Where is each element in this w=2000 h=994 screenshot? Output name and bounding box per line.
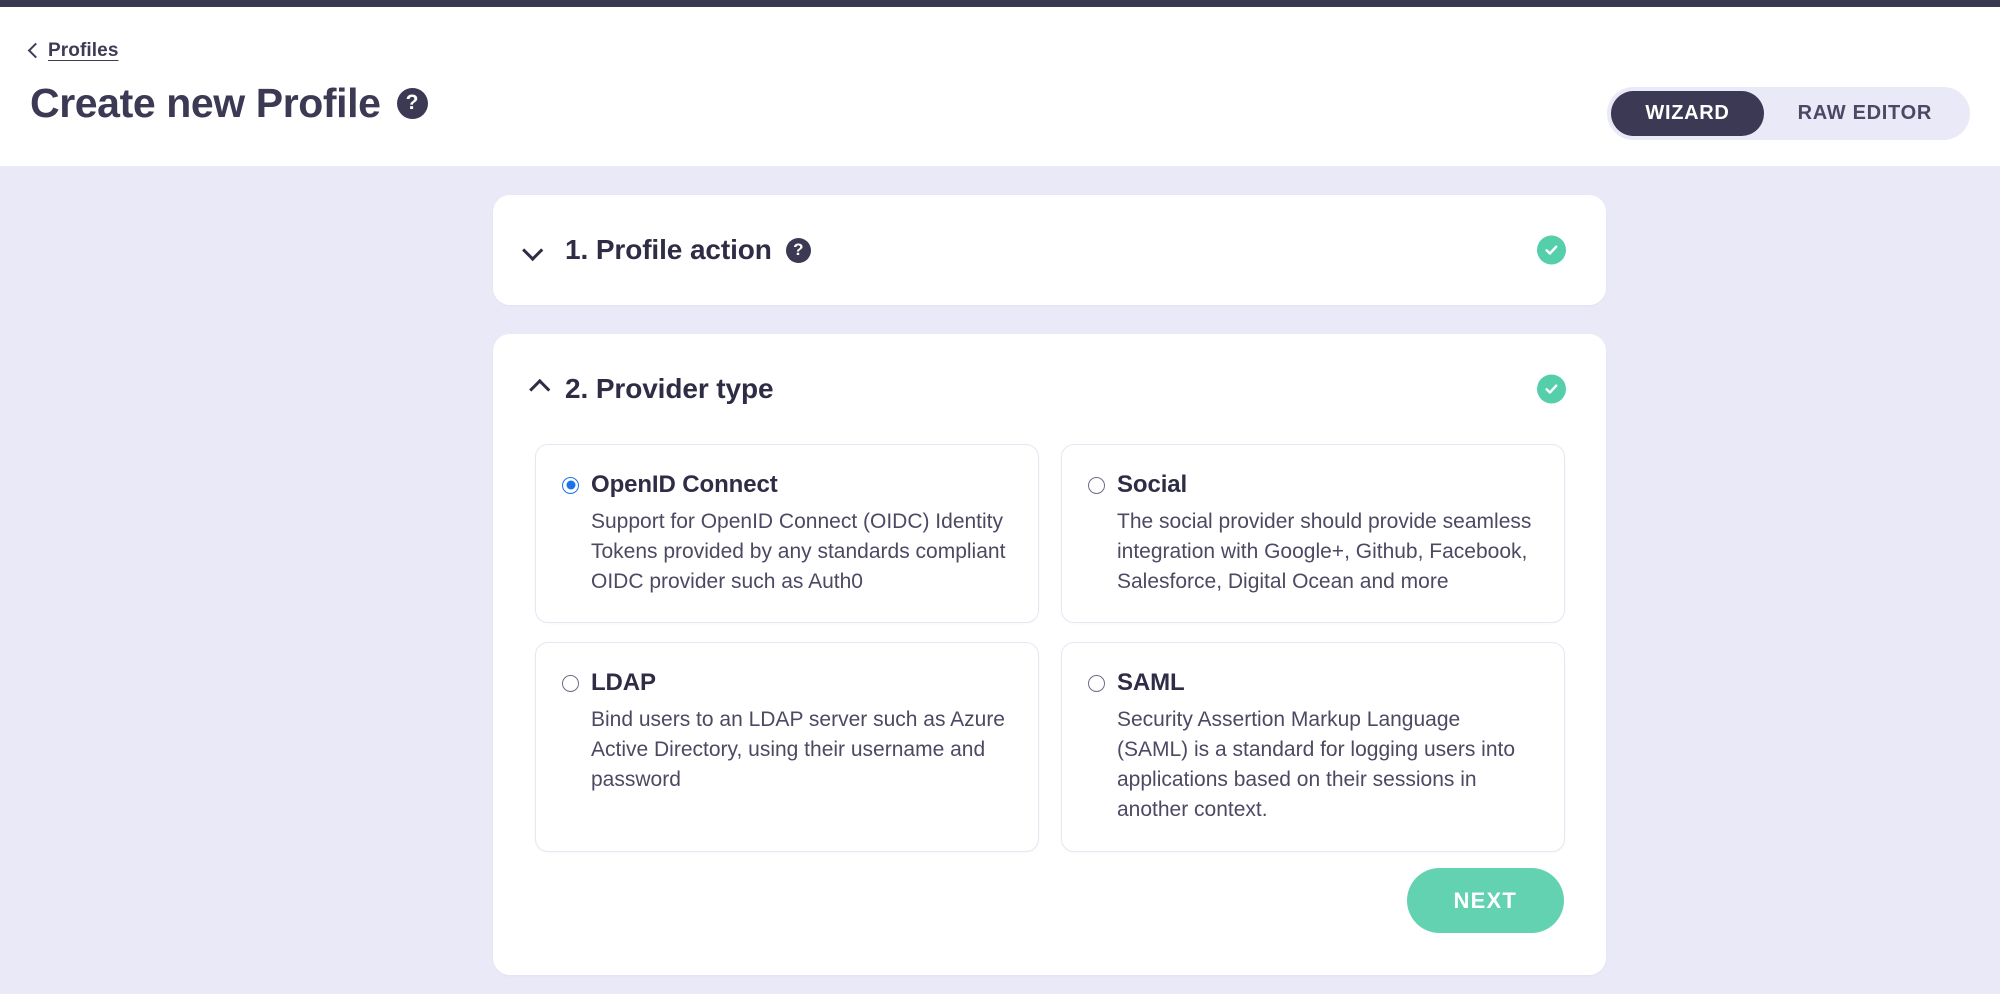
provider-option-description: The social provider should provide seaml…	[1117, 507, 1536, 596]
mode-toggle: WIZARD RAW EDITOR	[1607, 87, 1970, 140]
radio-openid-connect[interactable]	[562, 477, 579, 494]
top-accent-strip	[0, 0, 2000, 7]
chevron-up-icon[interactable]	[529, 378, 550, 399]
section-profile-action-title: 1. Profile action	[565, 234, 772, 266]
section-provider-type-header[interactable]: 2. Provider type	[493, 334, 1606, 444]
radio-ldap[interactable]	[562, 675, 579, 692]
section-provider-type: 2. Provider type OpenID Connect Support …	[493, 334, 1606, 975]
help-icon[interactable]: ?	[397, 88, 428, 119]
page-title: Create new Profile	[30, 83, 381, 124]
app-root: Profiles Create new Profile ? WIZARD RAW…	[0, 0, 2000, 994]
page-header: Profiles Create new Profile ? WIZARD RAW…	[0, 7, 2000, 166]
provider-option-description: Security Assertion Markup Language (SAML…	[1117, 705, 1536, 824]
mode-toggle-wizard[interactable]: WIZARD	[1611, 91, 1763, 136]
page-title-row: Create new Profile ?	[30, 83, 428, 124]
provider-option-saml[interactable]: SAML Security Assertion Markup Language …	[1061, 642, 1565, 851]
next-button[interactable]: NEXT	[1407, 868, 1564, 933]
provider-option-label: Social	[1117, 471, 1187, 499]
radio-social[interactable]	[1088, 477, 1105, 494]
check-circle-icon	[1537, 375, 1566, 404]
chevron-left-icon	[28, 43, 44, 59]
breadcrumb-label: Profiles	[48, 40, 119, 62]
provider-option-social[interactable]: Social The social provider should provid…	[1061, 444, 1565, 623]
radio-saml[interactable]	[1088, 675, 1105, 692]
help-icon[interactable]: ?	[786, 238, 811, 263]
section-profile-action-header[interactable]: 1. Profile action ?	[493, 195, 1606, 305]
provider-option-head: SAML	[1088, 669, 1536, 697]
check-circle-icon	[1537, 236, 1566, 265]
provider-option-label: LDAP	[591, 669, 656, 697]
provider-option-label: SAML	[1117, 669, 1185, 697]
provider-option-description: Support for OpenID Connect (OIDC) Identi…	[591, 507, 1010, 596]
provider-option-head: LDAP	[562, 669, 1010, 697]
provider-option-head: OpenID Connect	[562, 471, 1010, 499]
provider-option-label: OpenID Connect	[591, 471, 778, 499]
provider-option-openid-connect[interactable]: OpenID Connect Support for OpenID Connec…	[535, 444, 1039, 623]
provider-option-ldap[interactable]: LDAP Bind users to an LDAP server such a…	[535, 642, 1039, 851]
mode-toggle-raw-editor[interactable]: RAW EDITOR	[1764, 91, 1966, 136]
provider-options-grid: OpenID Connect Support for OpenID Connec…	[535, 444, 1565, 852]
section-provider-type-title: 2. Provider type	[565, 373, 773, 405]
breadcrumb-profiles-link[interactable]: Profiles	[30, 40, 119, 62]
wizard-content: 1. Profile action ? 2. Provider type	[0, 166, 2000, 994]
section-profile-action: 1. Profile action ?	[493, 195, 1606, 305]
chevron-down-icon[interactable]	[522, 239, 543, 260]
provider-option-description: Bind users to an LDAP server such as Azu…	[591, 705, 1010, 794]
provider-option-head: Social	[1088, 471, 1536, 499]
